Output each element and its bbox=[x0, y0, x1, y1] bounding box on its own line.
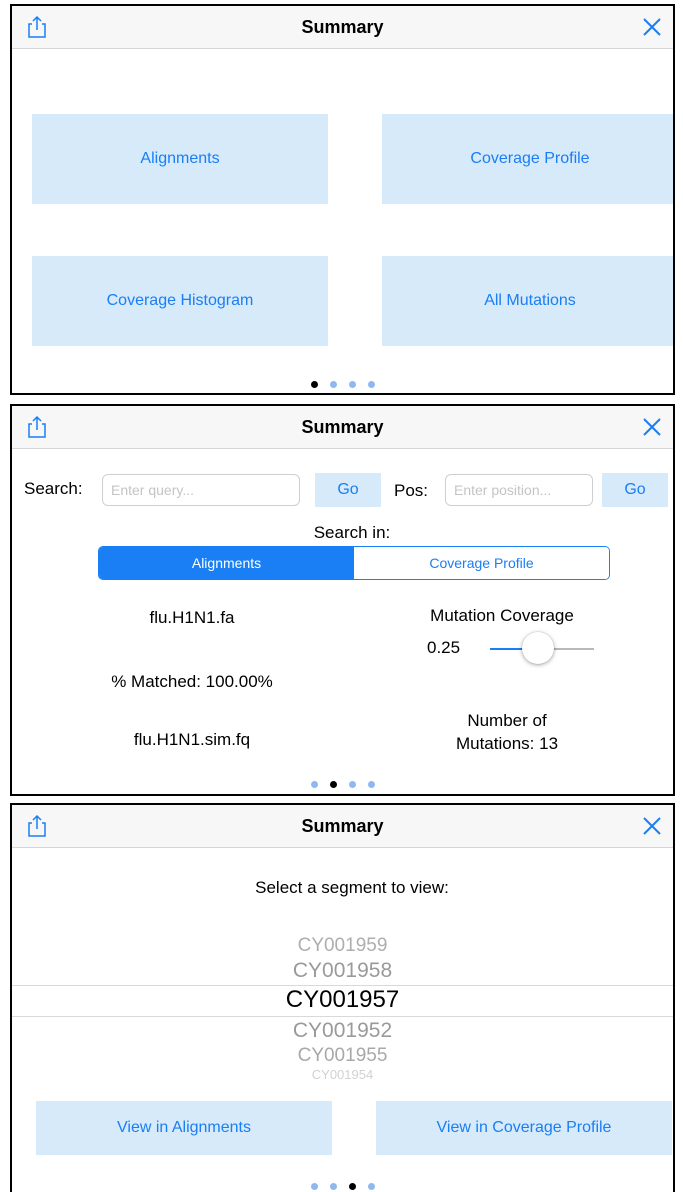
view-in-alignments-button[interactable]: View in Alignments bbox=[36, 1101, 332, 1155]
picker-item[interactable]: CY001952 bbox=[12, 1019, 673, 1043]
number-of-mutations-line1: Number of bbox=[467, 711, 547, 730]
slider-thumb[interactable] bbox=[522, 632, 554, 664]
all-mutations-button[interactable]: All Mutations bbox=[382, 256, 673, 346]
search-input[interactable] bbox=[102, 474, 300, 506]
picker-item[interactable]: CY001954 bbox=[12, 1068, 673, 1080]
picker-item[interactable]: CY001958 bbox=[12, 959, 673, 983]
segment-alignments[interactable]: Alignments bbox=[99, 547, 354, 579]
nav-title: Summary bbox=[301, 417, 384, 437]
coverage-profile-button[interactable]: Coverage Profile bbox=[382, 114, 673, 204]
summary-panel-search: Summary Search: Go Pos: Go Search in: Al… bbox=[10, 404, 675, 796]
page-indicator[interactable] bbox=[12, 781, 673, 791]
segment-coverage-profile[interactable]: Coverage Profile bbox=[354, 547, 609, 579]
page-indicator[interactable] bbox=[12, 1183, 673, 1192]
search-label: Search: bbox=[24, 479, 83, 498]
picker-divider bbox=[12, 1016, 673, 1017]
nav-bar: Summary bbox=[12, 6, 673, 49]
mutation-coverage-label: Mutation Coverage bbox=[430, 606, 574, 625]
segment-prompt: Select a segment to view: bbox=[255, 878, 449, 897]
nav-title: Summary bbox=[301, 816, 384, 836]
page-dot[interactable] bbox=[329, 781, 337, 788]
mutation-coverage-value: 0.25 bbox=[427, 638, 461, 657]
pos-label: Pos: bbox=[394, 481, 429, 500]
view-in-coverage-profile-button[interactable]: View in Coverage Profile bbox=[376, 1101, 672, 1155]
position-go-button[interactable]: Go bbox=[602, 473, 668, 507]
page-dot[interactable] bbox=[348, 781, 356, 788]
page-dot[interactable] bbox=[310, 1183, 318, 1190]
nav-bar: Summary bbox=[12, 406, 673, 449]
mutation-coverage-slider[interactable] bbox=[490, 631, 594, 667]
search-in-label: Search in: bbox=[313, 523, 391, 542]
reads-file-name: flu.H1N1.sim.fq bbox=[133, 730, 251, 749]
close-icon[interactable] bbox=[641, 815, 663, 837]
summary-panel-tiles: Summary Alignments Coverage Profile Cove… bbox=[10, 4, 675, 395]
page-dot[interactable] bbox=[329, 1183, 337, 1190]
alignments-button[interactable]: Alignments bbox=[32, 114, 328, 204]
page-dot[interactable] bbox=[348, 1183, 356, 1190]
page-indicator[interactable] bbox=[12, 381, 673, 391]
percent-matched: % Matched: 100.00% bbox=[111, 672, 273, 691]
page-dot[interactable] bbox=[367, 1183, 375, 1190]
summary-panel-segment-picker: Summary Select a segment to view: CY0019… bbox=[10, 803, 675, 1192]
page-dot[interactable] bbox=[310, 781, 318, 788]
nav-bar: Summary bbox=[12, 805, 673, 848]
search-scope-segmented-control[interactable]: Alignments Coverage Profile bbox=[98, 546, 610, 580]
reference-file-name: flu.H1N1.fa bbox=[149, 608, 235, 627]
page-dot[interactable] bbox=[348, 381, 356, 388]
number-of-mutations-line2: Mutations: 13 bbox=[455, 734, 559, 753]
close-icon[interactable] bbox=[641, 16, 663, 38]
page-dot[interactable] bbox=[367, 781, 375, 788]
picker-item[interactable]: CY001959 bbox=[12, 935, 673, 957]
page-dot[interactable] bbox=[367, 381, 375, 388]
picker-item[interactable]: CY001955 bbox=[12, 1045, 673, 1067]
picker-selected-item[interactable]: CY001957 bbox=[12, 986, 673, 1014]
page-dot[interactable] bbox=[310, 381, 318, 388]
nav-title: Summary bbox=[301, 17, 384, 37]
page-dot[interactable] bbox=[329, 381, 337, 388]
position-input[interactable] bbox=[445, 474, 593, 506]
close-icon[interactable] bbox=[641, 416, 663, 438]
search-go-button[interactable]: Go bbox=[315, 473, 381, 507]
coverage-histogram-button[interactable]: Coverage Histogram bbox=[32, 256, 328, 346]
